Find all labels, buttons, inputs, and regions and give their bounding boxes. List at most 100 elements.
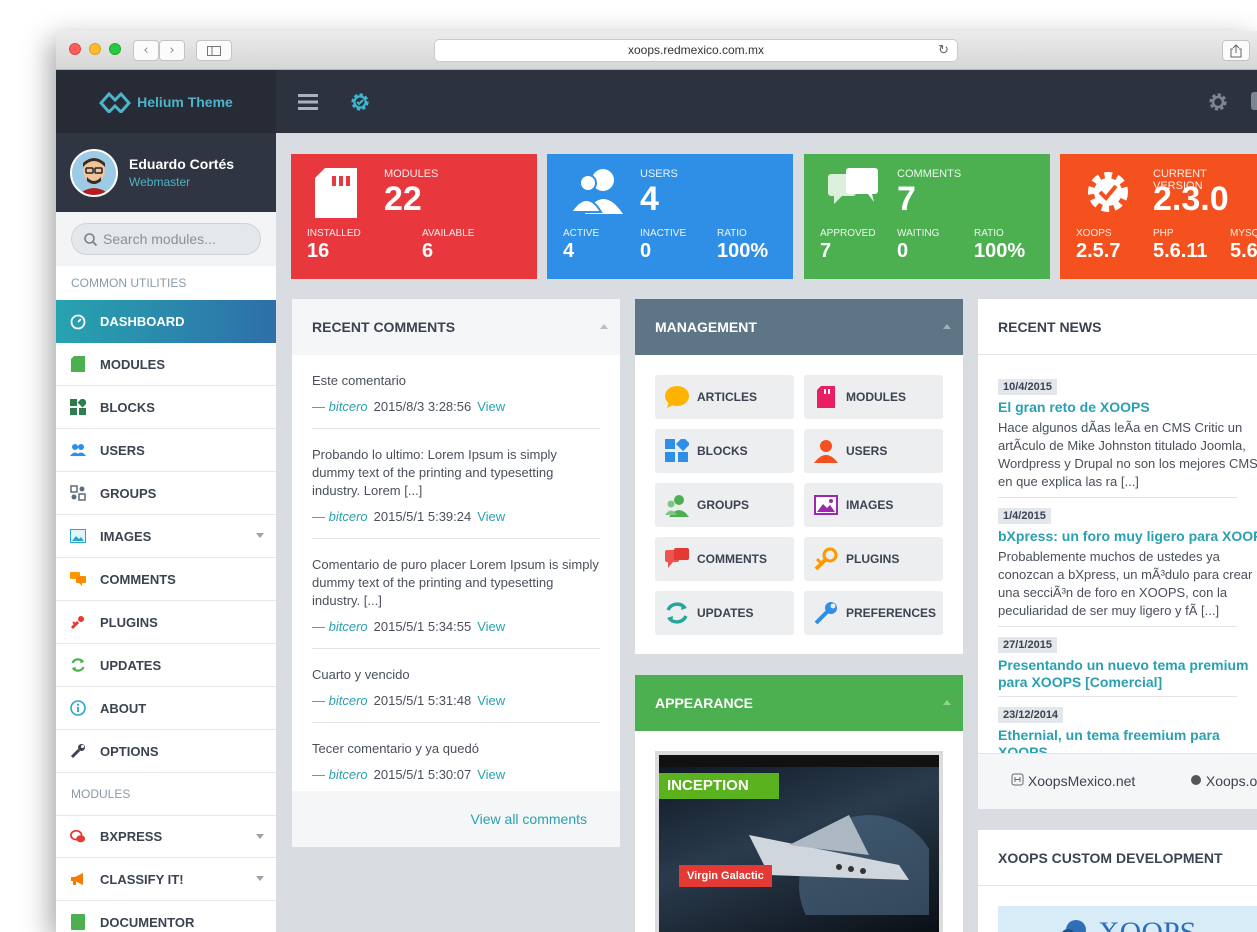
- xoopsmexico-link-label: XoopsMexico.net: [1027, 773, 1136, 789]
- collapse-icon[interactable]: [600, 324, 608, 329]
- comment-date: 2015/5/1 5:34:55: [373, 619, 472, 634]
- forward-button[interactable]: ›: [159, 40, 185, 61]
- profile-role[interactable]: Webmaster: [129, 175, 234, 189]
- sidebar-item-about[interactable]: ABOUT: [56, 687, 276, 730]
- xoops-banner[interactable]: XOOPS: [998, 906, 1257, 932]
- section-common-utilities: COMMON UTILITIES: [56, 266, 276, 300]
- view-comment-link[interactable]: View: [477, 619, 505, 634]
- comment-author[interactable]: — bitcero: [312, 619, 368, 634]
- theme-thumbnail[interactable]: INCEPTION Virgin Galactic: [655, 751, 943, 932]
- images-icon: [70, 528, 86, 544]
- sidebar-toggle-button[interactable]: [196, 40, 232, 61]
- manage-articles-button[interactable]: ARTICLES: [655, 375, 794, 419]
- comment-author[interactable]: — bitcero: [312, 509, 368, 524]
- news-title[interactable]: bXpress: un foro muy ligero para XOOPS: [998, 528, 1257, 544]
- manage-updates-button[interactable]: UPDATES: [655, 591, 794, 635]
- view-comment-link[interactable]: View: [477, 509, 505, 524]
- back-button[interactable]: ‹: [133, 40, 159, 61]
- comment-date: 2015/5/1 5:39:24: [373, 509, 472, 524]
- sidebar-item-classify[interactable]: CLASSIFY IT!: [56, 858, 276, 901]
- news-item: 27/1/2015 Presentando un nuevo tema prem…: [998, 627, 1249, 697]
- stat-sub-value: 2.5.7: [1076, 240, 1121, 262]
- address-bar[interactable]: xoops.redmexico.com.mx ↻: [434, 39, 958, 62]
- close-window-button[interactable]: [69, 43, 81, 55]
- stat-card-version[interactable]: CURRENT VERSION 2.3.0 XOOPS 2.5.7 PHP 5.…: [1060, 154, 1257, 279]
- comment-author[interactable]: — bitcero: [312, 399, 368, 414]
- sidebar-item-dashboard[interactable]: DASHBOARD: [56, 300, 276, 343]
- settings-button[interactable]: [349, 91, 371, 118]
- sidebar-item-updates[interactable]: UPDATES: [56, 644, 276, 687]
- notifications-button[interactable]: [1251, 92, 1257, 110]
- manage-plugins-button[interactable]: PLUGINS: [804, 537, 943, 581]
- sidebar-item-blocks[interactable]: BLOCKS: [56, 386, 276, 429]
- brand-logo[interactable]: Helium Theme: [56, 70, 276, 133]
- comment-author[interactable]: — bitcero: [312, 693, 368, 708]
- news-title[interactable]: El gran reto de XOOPS: [998, 399, 1237, 415]
- xoops-org-link[interactable]: Xoops.org: [1190, 773, 1257, 789]
- panel-footer: View all comments: [292, 791, 620, 847]
- news-footer: XoopsMexico.net Xoops.org: [978, 753, 1257, 809]
- manage-button-label: BLOCKS: [697, 444, 748, 458]
- admin-settings-button[interactable]: [1207, 91, 1229, 118]
- comment-item: Cuarto y vencido — bitcero 2015/5/1 5:31:…: [312, 649, 600, 723]
- panel-header: APPEARANCE: [635, 675, 963, 731]
- collapse-icon[interactable]: [943, 700, 951, 705]
- chevron-down-icon[interactable]: [256, 876, 264, 881]
- reload-icon[interactable]: ↻: [938, 40, 949, 61]
- manage-users-button[interactable]: USERS: [804, 429, 943, 473]
- search-input[interactable]: Search modules...: [71, 223, 261, 255]
- stat-card-modules[interactable]: MODULES 22 INSTALLED 16 AVAILABLE 6: [291, 154, 537, 279]
- xoopsmexico-link[interactable]: XoopsMexico.net: [1011, 773, 1135, 789]
- stat-sub-value: 0: [897, 240, 909, 262]
- documentor-icon: [70, 914, 86, 930]
- stat-sub-label: PHP: [1153, 228, 1174, 239]
- preview-badge: Virgin Galactic: [679, 865, 772, 887]
- manage-comments-button[interactable]: COMMENTS: [655, 537, 794, 581]
- updates-icon: [70, 657, 86, 673]
- manage-preferences-button[interactable]: PREFERENCES: [804, 591, 943, 635]
- spaceship-image: [749, 815, 929, 915]
- sidebar-item-label: CLASSIFY IT!: [100, 871, 184, 887]
- sidebar-item-modules[interactable]: MODULES: [56, 343, 276, 386]
- sidebar-item-plugins[interactable]: PLUGINS: [56, 601, 276, 644]
- manage-blocks-button[interactable]: BLOCKS: [655, 429, 794, 473]
- sd-card-icon: [814, 385, 838, 409]
- user-profile[interactable]: Eduardo Cortés Webmaster: [56, 133, 276, 212]
- view-comment-link[interactable]: View: [477, 767, 505, 782]
- sidebar-item-images[interactable]: IMAGES: [56, 515, 276, 558]
- gear-icon: [351, 93, 369, 111]
- collapse-icon[interactable]: [943, 324, 951, 329]
- sidebar-item-users[interactable]: USERS: [56, 429, 276, 472]
- sidebar-item-options[interactable]: OPTIONS: [56, 730, 276, 773]
- sidebar-item-comments[interactable]: COMMENTS: [56, 558, 276, 601]
- manage-modules-button[interactable]: MODULES: [804, 375, 943, 419]
- stat-sub-value: 0: [640, 240, 652, 262]
- manage-groups-button[interactable]: GROUPS: [655, 483, 794, 527]
- comment-author[interactable]: — bitcero: [312, 767, 368, 782]
- minimize-window-button[interactable]: [89, 43, 101, 55]
- news-item: 1/4/2015 bXpress: un foro muy ligero par…: [998, 498, 1257, 627]
- chevron-down-icon[interactable]: [256, 834, 264, 839]
- panel-header: XOOPS CUSTOM DEVELOPMENT: [978, 830, 1257, 886]
- menu-toggle-button[interactable]: [298, 94, 318, 115]
- stat-sub-label: RATIO: [974, 228, 1004, 239]
- view-comment-link[interactable]: View: [477, 693, 505, 708]
- share-button[interactable]: [1222, 40, 1250, 61]
- view-all-comments-link[interactable]: View all comments: [471, 811, 587, 827]
- sidebar-item-bxpress[interactable]: BXPRESS: [56, 815, 276, 858]
- stat-value: 7: [897, 180, 916, 218]
- news-title[interactable]: Presentando un nuevo tema premium: [998, 657, 1249, 673]
- sidebar-item-documentor[interactable]: DOCUMENTOR: [56, 901, 276, 932]
- chevron-down-icon[interactable]: [256, 533, 264, 538]
- news-title-line2[interactable]: para XOOPS [Comercial]: [998, 674, 1237, 690]
- manage-images-button[interactable]: IMAGES: [804, 483, 943, 527]
- view-comment-link[interactable]: View: [477, 399, 505, 414]
- search-area: Search modules...: [56, 212, 276, 266]
- stat-card-users[interactable]: USERS 4 ACTIVE 4 INACTIVE 0 RATIO 100%: [547, 154, 793, 279]
- stat-card-comments[interactable]: COMMENTS 7 APPROVED 7 WAITING 0 RATIO 10…: [804, 154, 1050, 279]
- zoom-window-button[interactable]: [109, 43, 121, 55]
- news-date: 10/4/2015: [998, 379, 1057, 395]
- sidebar-item-groups[interactable]: GROUPS: [56, 472, 276, 515]
- news-title[interactable]: Ethernial, un tema freemium para: [998, 727, 1237, 743]
- avatar[interactable]: [70, 148, 118, 197]
